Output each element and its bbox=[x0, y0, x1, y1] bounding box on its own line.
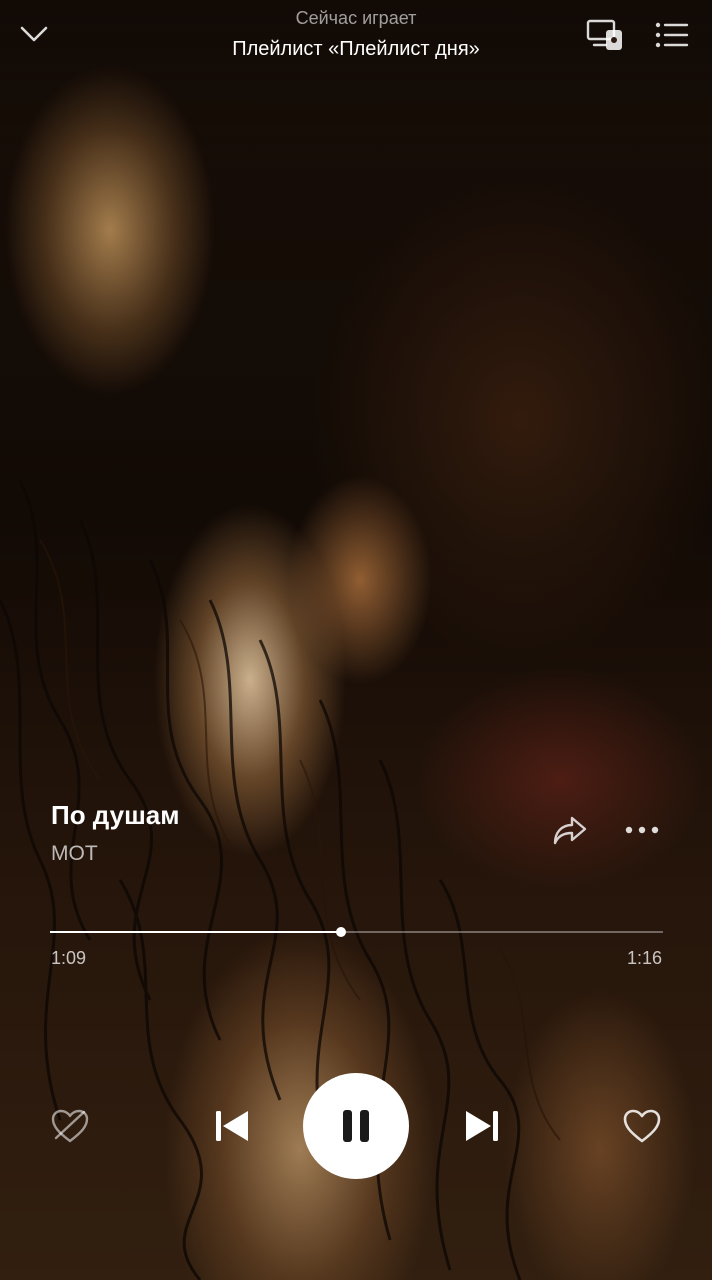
like-button[interactable] bbox=[618, 1102, 666, 1150]
more-options-button[interactable] bbox=[620, 810, 664, 850]
elapsed-time: 1:09 bbox=[51, 948, 87, 968]
previous-icon bbox=[216, 1111, 248, 1141]
next-icon bbox=[466, 1111, 498, 1141]
pause-icon bbox=[343, 1110, 369, 1142]
queue-button[interactable] bbox=[652, 18, 692, 52]
track-artist[interactable]: МОТ bbox=[51, 842, 98, 866]
previous-button[interactable] bbox=[206, 1100, 258, 1152]
dislike-button[interactable] bbox=[46, 1102, 94, 1150]
progress-slider[interactable] bbox=[50, 924, 663, 940]
share-icon bbox=[553, 816, 587, 845]
track-title[interactable]: По душам bbox=[51, 800, 179, 831]
pause-button[interactable] bbox=[303, 1073, 409, 1179]
player-header: Сейчас играет Плейлист «Плейлист дня» bbox=[0, 0, 712, 80]
progress-fill bbox=[50, 931, 342, 933]
dislike-icon bbox=[51, 1109, 89, 1143]
queue-list-icon bbox=[655, 22, 689, 48]
share-button[interactable] bbox=[548, 810, 592, 850]
progress-thumb[interactable] bbox=[336, 927, 347, 937]
device-button[interactable] bbox=[584, 16, 628, 54]
heart-icon bbox=[623, 1109, 661, 1143]
total-time: 1:16 bbox=[626, 948, 662, 968]
player-screen: Сейчас играет Плейлист «Плейлист дня» По… bbox=[0, 0, 712, 1280]
more-dots-icon bbox=[625, 826, 659, 834]
next-button[interactable] bbox=[456, 1100, 508, 1152]
devices-icon bbox=[586, 19, 622, 50]
